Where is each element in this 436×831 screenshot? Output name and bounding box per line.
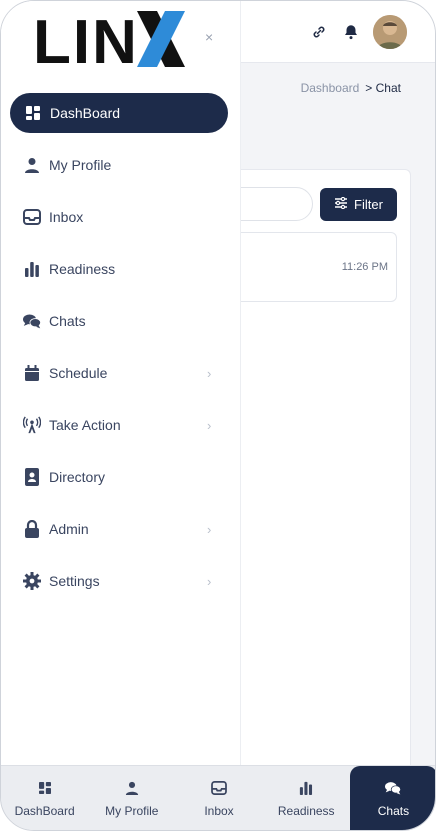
broadcast-tower-icon bbox=[23, 416, 41, 434]
bottom-nav-readiness[interactable]: Readiness bbox=[263, 766, 350, 830]
filter-label: Filter bbox=[354, 197, 383, 212]
bottom-nav-label: My Profile bbox=[105, 804, 159, 818]
sidebar-item-take-action[interactable]: Take Action › bbox=[1, 399, 241, 451]
sidebar-item-label: Admin bbox=[49, 521, 89, 537]
link-icon[interactable] bbox=[309, 22, 329, 42]
bottom-nav-label: DashBoard bbox=[14, 804, 75, 818]
sidebar-item-admin[interactable]: Admin › bbox=[1, 503, 241, 555]
chat-time: 11:26 PM bbox=[341, 261, 388, 273]
inbox-icon bbox=[23, 208, 41, 226]
bottom-nav-label: Inbox bbox=[204, 804, 234, 818]
sidebar-item-settings[interactable]: Settings › bbox=[1, 555, 241, 607]
bell-icon[interactable] bbox=[341, 22, 361, 42]
linx-logo: LIN bbox=[33, 5, 193, 73]
sidebar-item-label: Settings bbox=[49, 573, 100, 589]
bar-chart-icon bbox=[23, 260, 41, 278]
bar-chart-icon bbox=[298, 780, 314, 796]
chat-bubbles-icon bbox=[385, 780, 402, 796]
sidebar-drawer: LIN × DashBoard My Profile Inbox Readine… bbox=[1, 1, 241, 765]
sidebar-item-dashboard[interactable]: DashBoard bbox=[10, 93, 228, 133]
filter-button[interactable]: Filter bbox=[320, 188, 397, 221]
sidebar-item-directory[interactable]: Directory bbox=[1, 451, 241, 503]
chevron-right-icon: › bbox=[207, 573, 212, 589]
bottom-nav-my-profile[interactable]: My Profile bbox=[88, 766, 175, 830]
user-icon bbox=[23, 156, 41, 174]
chevron-right-icon: › bbox=[207, 417, 212, 433]
chevron-right-icon: › bbox=[207, 521, 212, 537]
sidebar-item-inbox[interactable]: Inbox bbox=[1, 191, 241, 243]
sidebar-item-readiness[interactable]: Readiness bbox=[1, 243, 241, 295]
sidebar-item-chats[interactable]: Chats bbox=[1, 295, 241, 347]
sidebar-item-label: Chats bbox=[49, 313, 86, 329]
breadcrumb-current: > Chat bbox=[365, 81, 401, 95]
bottom-nav-inbox[interactable]: Inbox bbox=[175, 766, 262, 830]
bottom-nav-chats[interactable]: Chats bbox=[349, 766, 435, 830]
sidebar-item-label: Take Action bbox=[49, 417, 121, 433]
dashboard-icon bbox=[24, 104, 42, 122]
sidebar-item-label: Schedule bbox=[49, 365, 108, 381]
inbox-icon bbox=[211, 780, 227, 796]
bottom-nav: DashBoard My Profile Inbox Readiness Cha… bbox=[1, 765, 435, 830]
address-book-icon bbox=[23, 468, 41, 486]
sidebar-item-my-profile[interactable]: My Profile bbox=[1, 139, 241, 191]
gear-icon bbox=[23, 572, 41, 590]
chevron-right-icon: › bbox=[207, 365, 212, 381]
user-icon bbox=[124, 780, 140, 796]
bottom-nav-label: Chats bbox=[377, 804, 410, 818]
calendar-icon bbox=[23, 364, 41, 382]
sidebar-nav: DashBoard My Profile Inbox Readiness Cha… bbox=[1, 93, 241, 607]
lock-icon bbox=[23, 520, 41, 538]
bottom-nav-dashboard[interactable]: DashBoard bbox=[1, 766, 88, 830]
dashboard-icon bbox=[37, 780, 53, 796]
sliders-icon bbox=[334, 196, 348, 212]
svg-text:LIN: LIN bbox=[33, 8, 139, 73]
sidebar-item-label: DashBoard bbox=[50, 105, 121, 121]
top-icons bbox=[309, 15, 407, 49]
sidebar-item-label: My Profile bbox=[49, 157, 112, 173]
sidebar-item-label: Inbox bbox=[49, 209, 84, 225]
app-screen: Dashboard > Chat Filter 11:26 PM LIN × D… bbox=[0, 0, 436, 831]
sidebar-item-label: Directory bbox=[49, 469, 106, 485]
chat-bubbles-icon bbox=[23, 312, 41, 330]
bottom-nav-label: Readiness bbox=[277, 804, 335, 818]
sidebar-item-schedule[interactable]: Schedule › bbox=[1, 347, 241, 399]
breadcrumb: Dashboard > Chat bbox=[301, 81, 401, 95]
avatar[interactable] bbox=[373, 15, 407, 49]
sidebar-item-label: Readiness bbox=[49, 261, 116, 277]
close-drawer-button[interactable]: × bbox=[205, 29, 213, 45]
breadcrumb-dashboard-link[interactable]: Dashboard bbox=[301, 81, 360, 95]
